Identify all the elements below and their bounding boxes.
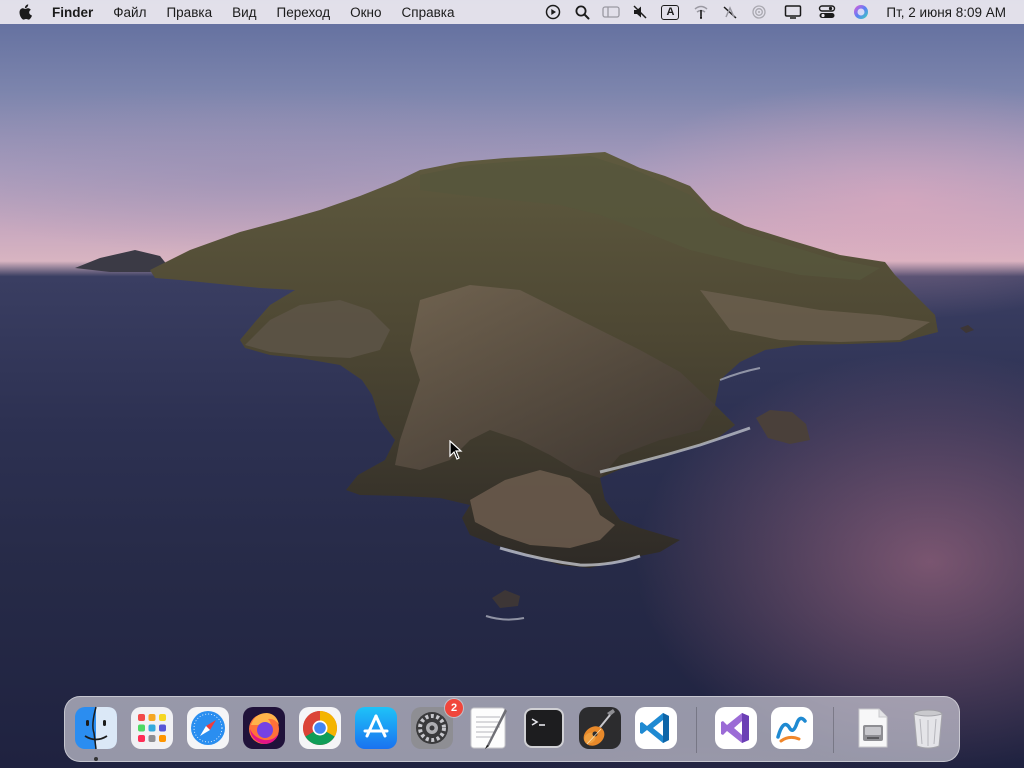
menu-edit[interactable]: Правка: [166, 5, 212, 20]
garageband-icon: [579, 707, 621, 749]
freeform-icon: [771, 707, 813, 749]
trash-icon: [913, 709, 943, 749]
wifi-off-icon[interactable]: [690, 0, 712, 24]
finder-running-indicator: [94, 757, 98, 761]
dock-textedit[interactable]: [465, 705, 511, 751]
vscode-icon: [635, 707, 677, 749]
menu-file[interactable]: Файл: [113, 5, 146, 20]
island-wallpaper-image: [75, 152, 974, 621]
apple-menu-icon[interactable]: [18, 0, 36, 24]
chrome-icon: [299, 707, 341, 749]
mouse-pointer-icon: [449, 440, 463, 460]
dock-garageband[interactable]: [577, 705, 623, 751]
app-name-menu[interactable]: Finder: [52, 5, 93, 20]
app-store-icon: [355, 707, 397, 749]
control-center-icon[interactable]: [816, 0, 838, 24]
firefox-icon: [243, 707, 285, 749]
dock-finder[interactable]: [73, 705, 119, 751]
menu-help[interactable]: Справка: [402, 5, 455, 20]
textedit-icon: [470, 707, 507, 749]
visual-studio-icon: [715, 707, 757, 749]
launchpad-icon: [131, 707, 173, 749]
play-circle-icon[interactable]: [542, 0, 564, 24]
search-icon[interactable]: [571, 0, 593, 24]
dock-firefox[interactable]: [241, 705, 287, 751]
airplay-icon[interactable]: [748, 0, 770, 24]
dock-disk-image[interactable]: [849, 705, 895, 751]
menubar-clock[interactable]: Пт, 2 июня 8:09 AM: [886, 5, 1006, 20]
disk-image-icon: [858, 708, 888, 748]
safari-icon: [187, 707, 229, 749]
window-tile-icon[interactable]: [600, 0, 622, 24]
dock: 2: [64, 696, 960, 762]
menu-view[interactable]: Вид: [232, 5, 256, 20]
input-source-icon[interactable]: A: [661, 4, 680, 20]
menu-go[interactable]: Переход: [277, 5, 331, 20]
dock-launchpad[interactable]: [129, 705, 175, 751]
dock-freeform[interactable]: [769, 705, 815, 751]
dock-terminal[interactable]: [521, 705, 567, 751]
status-area: A Пт, 2 июня 8:09 AM: [535, 0, 1024, 24]
finder-icon: [75, 706, 117, 750]
siri-icon[interactable]: [850, 0, 872, 24]
dock-visual-studio[interactable]: [713, 705, 759, 751]
dock-chrome[interactable]: [297, 705, 343, 751]
display-icon[interactable]: [782, 0, 804, 24]
dock-visual-studio-code[interactable]: [633, 705, 679, 751]
menu-bar: Finder Файл Правка Вид Переход Окно Спра…: [0, 0, 1024, 24]
dock-safari[interactable]: [185, 705, 231, 751]
dock-separator: [696, 707, 697, 753]
dock-separator: [833, 707, 834, 753]
mute-icon[interactable]: [629, 0, 651, 24]
dock-system-preferences[interactable]: 2: [409, 699, 463, 751]
notification-badge: 2: [445, 699, 463, 717]
dock-app-store[interactable]: [353, 705, 399, 751]
terminal-icon: [524, 708, 564, 748]
menu-window[interactable]: Окно: [350, 5, 381, 20]
dock-trash[interactable]: [905, 705, 951, 751]
desktop-wallpaper: [0, 0, 1024, 768]
antenna-off-icon[interactable]: [719, 0, 741, 24]
